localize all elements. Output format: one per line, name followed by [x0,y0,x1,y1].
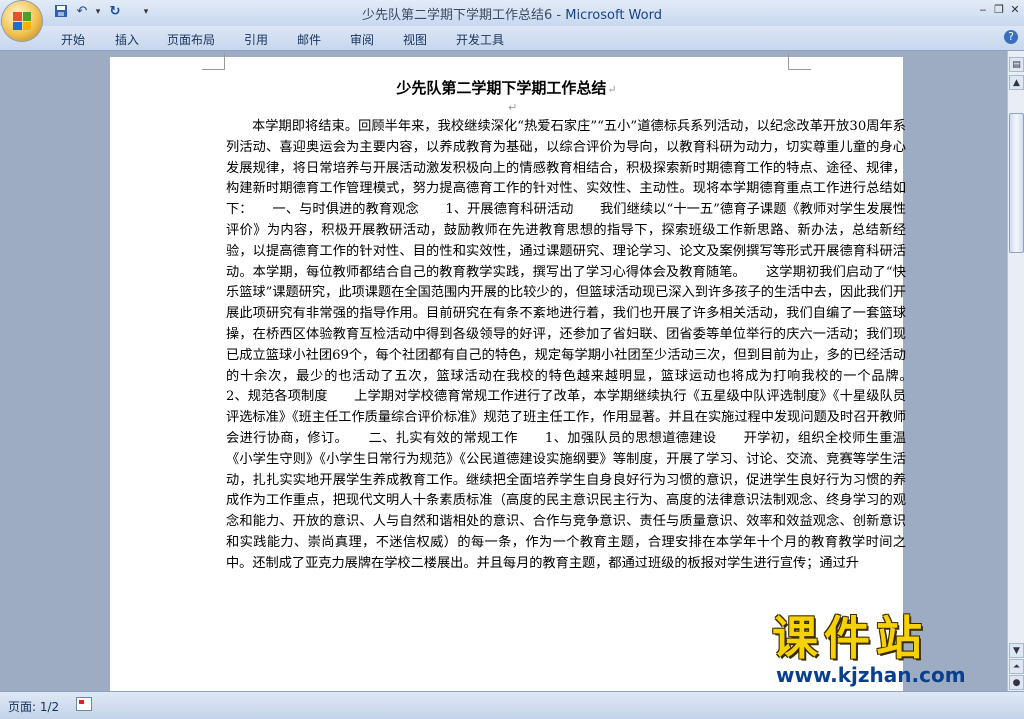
tab-developer[interactable]: 开发工具 [456,31,504,48]
tab-mailings[interactable]: 邮件 [297,31,321,48]
document-name: 少先队第二学期下学期工作总结6 [362,8,553,23]
ruler-toggle-icon[interactable]: ▤ [1009,57,1024,72]
crop-mark-top-right [788,53,811,70]
window-title: 少先队第二学期下学期工作总结6 - Microsoft Word [0,4,1024,23]
vertical-scrollbar[interactable]: ▤ ▲ ▼ ⏶ ● [1007,51,1024,691]
proofing-status-icon[interactable] [76,697,92,711]
help-icon[interactable]: ? [1004,30,1018,44]
restore-icon[interactable]: ❐ [992,3,1006,16]
tab-references[interactable]: 引用 [244,31,268,48]
watermark-url: www.kjzhan.com [776,663,966,687]
scroll-up-icon[interactable]: ▲ [1009,75,1024,90]
page-indicator[interactable]: 页面: 1/2 [8,698,59,715]
app-name: Microsoft Word [565,8,662,23]
crop-mark-top-left [202,53,225,70]
document-title: 少先队第二学期下学期工作总结↵ [110,77,903,98]
close-icon[interactable]: ✕ [1008,3,1022,16]
ribbon-tab-bar: 开始 插入 页面布局 引用 邮件 审阅 视图 开发工具 ? [0,26,1024,51]
office-logo-icon [13,12,31,30]
tab-review[interactable]: 审阅 [350,31,374,48]
paragraph-mark: ↵ [607,83,617,96]
document-body[interactable]: 本学期即将结束。回顾半年来，我校继续深化“热爱石家庄”“五小”道德标兵系列活动，… [226,117,933,575]
tab-insert[interactable]: 插入 [115,31,139,48]
tab-page-layout[interactable]: 页面布局 [167,31,215,48]
tab-view[interactable]: 视图 [403,31,427,48]
document-area: 少先队第二学期下学期工作总结↵ ↵ 本学期即将结束。回顾半年来，我校继续深化“热… [0,51,1007,691]
minimize-icon[interactable]: ‒ [976,3,990,16]
tab-home[interactable]: 开始 [61,31,85,48]
site-watermark: 课件站 www.kjzhan.com [772,612,1012,692]
document-title-text: 少先队第二学期下学期工作总结 [396,79,607,97]
status-bar: 页面: 1/2 [0,691,1024,719]
document-page[interactable]: 少先队第二学期下学期工作总结↵ ↵ 本学期即将结束。回顾半年来，我校继续深化“热… [110,53,933,691]
office-button[interactable] [2,1,42,41]
watermark-title: 课件站 [772,611,928,665]
scrollbar-thumb[interactable] [1009,113,1024,253]
title-bar: ↶ ▾ ↻ ▾ 少先队第二学期下学期工作总结6 - Microsoft Word… [0,0,1024,26]
title-separator: - [552,8,566,23]
body-paragraph: 本学期即将结束。回顾半年来，我校继续深化“热爱石家庄”“五小”道德标兵系列活动，… [226,119,933,571]
empty-paragraph-mark: ↵ [508,101,518,114]
